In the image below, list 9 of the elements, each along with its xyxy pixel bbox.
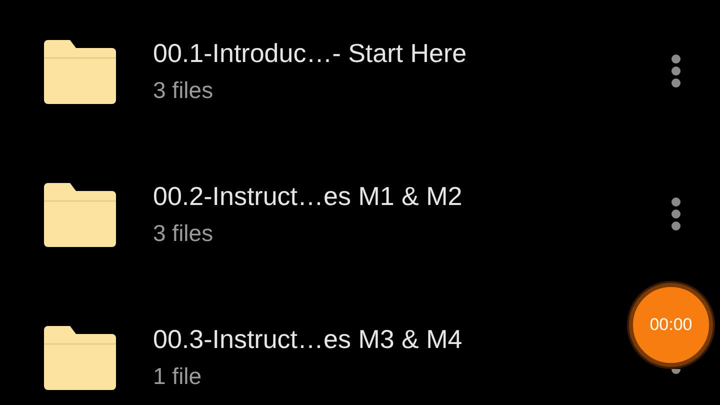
folder-name[interactable]: 00.2-Instruct…es M1 & M2	[153, 180, 462, 212]
file-count: 1 file	[153, 362, 202, 390]
folder-icon	[44, 38, 116, 104]
folder-name[interactable]: 00.1-Introduc…- Start Here	[153, 38, 467, 68]
folder-icon	[44, 180, 116, 246]
file-count: 3 files	[153, 220, 214, 246]
folder-name[interactable]: 00.3-Instruct…es M3 & M4	[153, 324, 462, 354]
file-count: 3 files	[153, 76, 214, 104]
folder-icon	[44, 324, 116, 390]
